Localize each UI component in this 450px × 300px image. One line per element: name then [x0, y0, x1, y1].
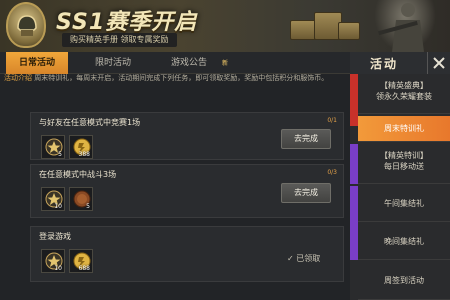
activity-list: 【精英盛典】 领永久荣耀套装 周末特训礼 【精英特训】 每日移动送 午间集结礼 …	[350, 74, 450, 300]
description-prefix: 活动介绍	[4, 74, 32, 82]
tab-label: 日常活动	[18, 58, 55, 68]
category-tag	[350, 144, 358, 184]
activity-list-item[interactable]: 周签到活动	[358, 262, 450, 300]
task-panel: 活动介绍 周末特训礼，每周末开启，活动期间完成下列任务，即可领取奖励，奖励中包括…	[0, 74, 350, 300]
task-card: 与好友在任意模式中竞赛1场 0/1 5 388 去完成	[30, 112, 344, 160]
activity-list-item[interactable]: 午间集结礼	[358, 186, 450, 222]
reward-quantity: 10	[54, 203, 62, 210]
reward-item[interactable]: 10	[41, 187, 65, 211]
task-title: 登录游戏	[39, 232, 71, 241]
activity-list-item[interactable]: 晚间集结礼	[358, 224, 450, 260]
activity-description: 活动介绍 周末特训礼，每周末开启，活动期间完成下列任务，即可领取奖励，奖励中包括…	[4, 74, 348, 83]
banner-subtitle: 购买精英手册 领取专属奖励	[62, 33, 177, 47]
task-card: 在任意模式中战斗3场 0/3 10 5 去完成	[30, 164, 344, 218]
reward-quantity: 5	[58, 151, 62, 158]
tab-label: 游戏公告	[170, 58, 207, 68]
star-badge-icon	[45, 138, 63, 156]
reward-item[interactable]: 388	[69, 135, 93, 159]
banner-title: SS1赛季开启	[56, 10, 198, 35]
activity-title: 活动	[370, 57, 399, 71]
activity-header: 活动	[350, 52, 450, 74]
go-complete-button[interactable]: 去完成	[281, 183, 331, 203]
description-text: 周末特训礼，每周末开启，活动期间完成下列任务，即可领取奖励，奖励中包括积分和服饰…	[34, 74, 329, 82]
task-progress: 0/1	[327, 117, 337, 124]
new-badge: 新	[221, 60, 228, 67]
tab-daily-activities[interactable]: 日常活动	[6, 52, 68, 74]
category-tag	[350, 186, 358, 260]
supply-crates-icon	[290, 8, 360, 44]
reward-quantity: 388	[78, 151, 90, 158]
tab-label: 限时活动	[94, 58, 131, 68]
task-title: 与好友在任意模式中竞赛1场	[39, 118, 141, 127]
claimed-status: ✓ 已领取	[287, 253, 320, 264]
close-icon	[433, 57, 445, 69]
tab-limited-activities[interactable]: 限时活动	[82, 52, 144, 74]
reward-item[interactable]: 688	[69, 249, 93, 273]
soldier-figure-icon	[374, 0, 436, 52]
reward-quantity: 10	[54, 265, 62, 272]
reward-quantity: 688	[78, 265, 90, 272]
claimed-label: 已领取	[296, 254, 321, 263]
reward-item[interactable]: 10	[41, 249, 65, 273]
season-banner[interactable]: SS1赛季开启 购买精英手册 领取专属奖励	[0, 0, 450, 52]
reward-item[interactable]: 5	[41, 135, 65, 159]
go-complete-button[interactable]: 去完成	[281, 129, 331, 149]
task-progress: 0/3	[327, 169, 337, 176]
hot-tag	[350, 74, 358, 126]
close-button[interactable]	[427, 52, 449, 74]
activity-list-item[interactable]: 【精英盛典】 领永久荣耀套装	[358, 74, 450, 114]
helmet-emblem-icon	[6, 2, 46, 48]
task-card: 登录游戏 10 688 ✓ 已领取	[30, 226, 344, 282]
bronze-coin-icon	[73, 190, 91, 208]
reward-quantity: 5	[86, 203, 90, 210]
checkmark-icon: ✓	[287, 254, 294, 263]
reward-item[interactable]: 5	[69, 187, 93, 211]
activity-list-item[interactable]: 【精英特训】 每日移动送	[358, 144, 450, 184]
task-title: 在任意模式中战斗3场	[39, 170, 117, 179]
activity-list-item-weekend[interactable]: 周末特训礼	[358, 116, 450, 142]
tab-game-announcements[interactable]: 游戏公告 新	[158, 52, 228, 74]
